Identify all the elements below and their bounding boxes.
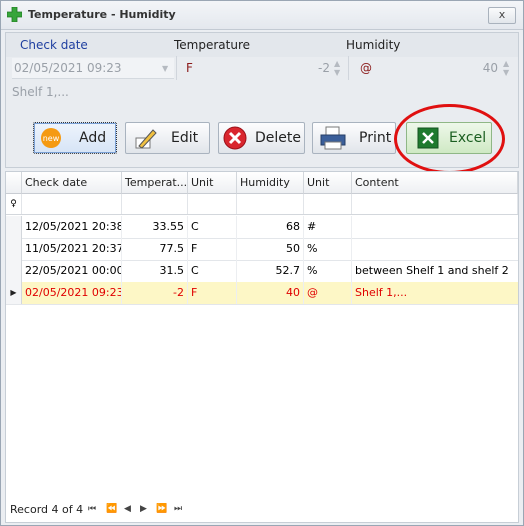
cell-content[interactable]: [352, 216, 518, 238]
title-bar: Temperature - Humidity x: [1, 1, 523, 30]
window: Temperature - Humidity x Check date Temp…: [0, 0, 524, 526]
spin-down-icon[interactable]: ▼: [334, 69, 340, 77]
next-page-icon[interactable]: ⏩: [156, 504, 167, 514]
last-record-icon[interactable]: ⏭: [174, 504, 182, 514]
temperature-value-field[interactable]: -2: [296, 61, 330, 75]
table-row[interactable]: 22/05/2021 00:00 31.5 C 52.7 % between S…: [6, 260, 518, 283]
annotation-circle: [394, 104, 505, 174]
cell-humidity[interactable]: 68: [237, 216, 304, 238]
column-header-content[interactable]: Content: [352, 172, 518, 194]
filter-cell[interactable]: [188, 194, 237, 214]
cell-temperature[interactable]: 33.55: [122, 216, 188, 238]
cell-unit[interactable]: C: [188, 260, 237, 282]
cell-content[interactable]: between Shelf 1 and shelf 2: [352, 260, 518, 282]
spin-up-icon[interactable]: ▲: [334, 60, 340, 68]
column-header-humidity-unit[interactable]: Unit: [304, 172, 352, 194]
printer-icon: [320, 126, 346, 150]
filter-cell[interactable]: [304, 194, 352, 214]
cell-humidity[interactable]: 50: [237, 238, 304, 260]
cell-humidity-unit[interactable]: %: [304, 260, 352, 282]
add-button[interactable]: new Add: [33, 122, 117, 154]
pencil-icon: [135, 129, 157, 149]
check-date-label: Check date: [20, 38, 88, 52]
cell-humidity-unit[interactable]: %: [304, 238, 352, 260]
first-record-icon[interactable]: ⏮: [88, 504, 96, 514]
cell-temperature[interactable]: -2: [122, 282, 188, 304]
form-header-row: Check date Temperature Humidity: [6, 33, 518, 57]
filter-cell[interactable]: [237, 194, 304, 214]
print-button-label: Print: [359, 130, 392, 146]
cell-unit[interactable]: F: [188, 238, 237, 260]
temperature-label: Temperature: [174, 38, 251, 52]
humidity-value-field[interactable]: 40: [446, 61, 498, 75]
plus-icon: [7, 7, 22, 22]
new-icon-text: new: [43, 134, 60, 143]
add-button-label: Add: [79, 130, 107, 146]
column-header-unit[interactable]: Unit: [188, 172, 237, 194]
cell-unit[interactable]: F: [188, 282, 237, 304]
edit-button-label: Edit: [171, 130, 199, 146]
temperature-unit-field[interactable]: F: [186, 61, 193, 75]
cell-content[interactable]: [352, 238, 518, 260]
filter-row: ♀: [6, 194, 518, 215]
row-indicator[interactable]: [6, 260, 22, 282]
record-counter: Record 4 of 4: [10, 503, 84, 516]
content-field[interactable]: Shelf 1,...: [12, 85, 69, 99]
cell-check-date[interactable]: 11/05/2021 20:37: [22, 238, 122, 260]
column-header-humidity[interactable]: Humidity: [237, 172, 304, 194]
dropdown-arrow-icon[interactable]: ▼: [162, 65, 168, 73]
divider: [348, 56, 349, 80]
column-header-check-date[interactable]: Check date: [22, 172, 122, 194]
data-grid: Check date Temperat... Unit Humidity Uni…: [5, 171, 519, 523]
row-indicator-header: [6, 172, 22, 194]
previous-page-icon[interactable]: ⏪: [106, 504, 117, 514]
cell-humidity-unit[interactable]: #: [304, 216, 352, 238]
previous-record-icon[interactable]: ◀: [124, 504, 131, 514]
cell-humidity[interactable]: 52.7: [237, 260, 304, 282]
filter-icon[interactable]: ♀: [6, 194, 22, 214]
cell-check-date[interactable]: 02/05/2021 09:23: [22, 282, 122, 304]
column-header-temperature[interactable]: Temperat...: [122, 172, 188, 194]
delete-button[interactable]: Delete: [218, 122, 305, 154]
check-date-field[interactable]: 02/05/2021 09:23: [12, 58, 174, 79]
cell-check-date[interactable]: 12/05/2021 20:38: [22, 216, 122, 238]
window-title: Temperature - Humidity: [28, 8, 176, 21]
cell-unit[interactable]: C: [188, 216, 237, 238]
table-row[interactable]: 11/05/2021 20:37 77.5 F 50 %: [6, 238, 518, 261]
cell-content[interactable]: Shelf 1,...: [352, 282, 518, 304]
row-indicator[interactable]: [6, 238, 22, 260]
filter-cell[interactable]: [122, 194, 188, 214]
cell-temperature[interactable]: 77.5: [122, 238, 188, 260]
cell-humidity-unit[interactable]: @: [304, 282, 352, 304]
print-button[interactable]: Print: [312, 122, 396, 154]
delete-icon: [223, 126, 247, 150]
humidity-label: Humidity: [346, 38, 401, 52]
current-row-arrow-icon[interactable]: ▶: [6, 282, 22, 304]
cell-check-date[interactable]: 22/05/2021 00:00: [22, 260, 122, 282]
table-row-selected[interactable]: ▶ 02/05/2021 09:23 -2 F 40 @ Shelf 1,...: [6, 282, 518, 305]
new-icon: new: [41, 128, 61, 148]
cell-humidity[interactable]: 40: [237, 282, 304, 304]
cell-temperature[interactable]: 31.5: [122, 260, 188, 282]
filter-cell[interactable]: [22, 194, 122, 214]
filter-cell[interactable]: [352, 194, 518, 214]
delete-button-label: Delete: [255, 130, 301, 146]
spin-up-icon[interactable]: ▲: [503, 60, 509, 68]
divider: [176, 56, 177, 80]
edit-button[interactable]: Edit: [125, 122, 210, 154]
next-record-icon[interactable]: ▶: [140, 504, 147, 514]
table-row[interactable]: 12/05/2021 20:38 33.55 C 68 #: [6, 216, 518, 239]
spin-down-icon[interactable]: ▼: [503, 69, 509, 77]
row-indicator[interactable]: [6, 216, 22, 238]
humidity-unit-field[interactable]: @: [360, 61, 372, 75]
close-button[interactable]: x: [488, 7, 516, 24]
